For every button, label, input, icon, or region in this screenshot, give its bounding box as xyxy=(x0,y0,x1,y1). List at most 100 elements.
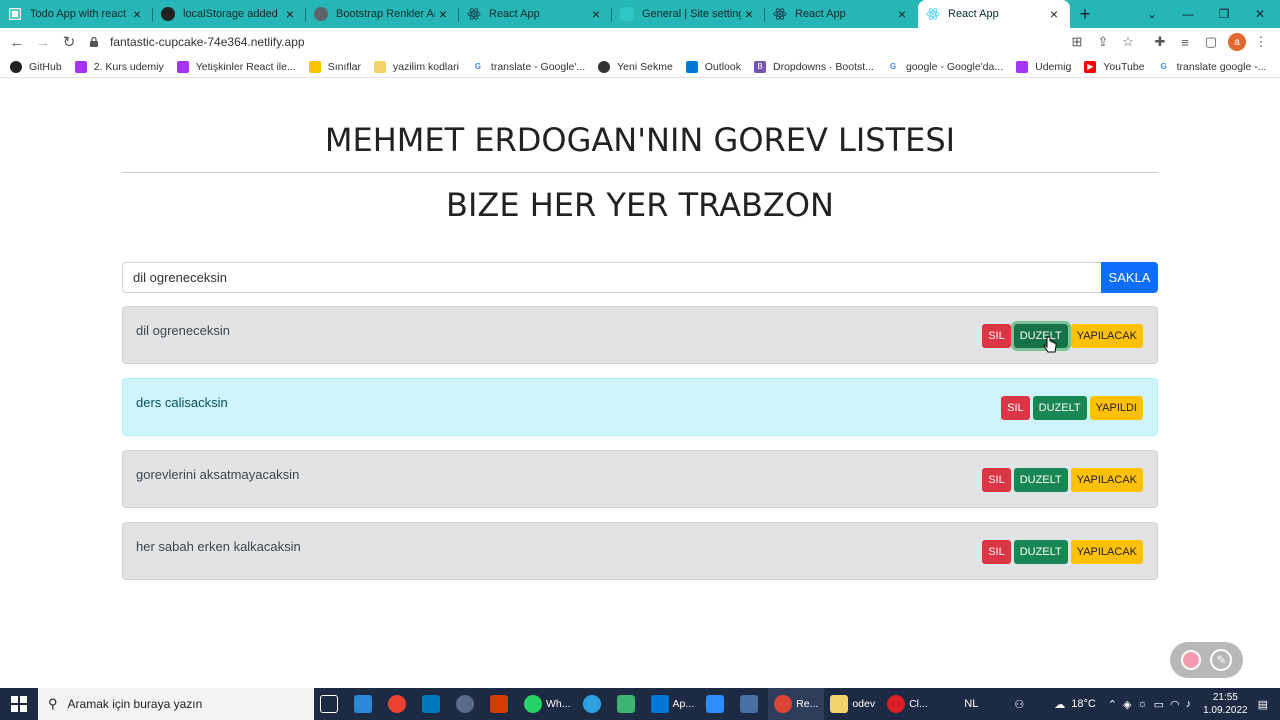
taskbar-search[interactable]: ⚲ Aramak için buraya yazın xyxy=(38,688,314,720)
weather-cloud-icon[interactable]: ☁ xyxy=(1054,698,1065,711)
bookmark-label: translate - Google'... xyxy=(490,60,586,73)
profile-avatar[interactable]: a xyxy=(1228,33,1246,51)
taskbar-app[interactable] xyxy=(416,688,450,720)
people-icon[interactable]: ⚇ xyxy=(1014,698,1024,711)
windows-taskbar: ⚲ Aramak için buraya yazın Wh... Ap... R… xyxy=(0,688,1280,720)
status-toggle-button[interactable]: YAPILACAK xyxy=(1070,540,1143,564)
forward-arrow-icon[interactable]: → xyxy=(30,29,56,55)
taskbar-app[interactable] xyxy=(484,688,518,720)
back-arrow-icon[interactable]: ← xyxy=(4,29,30,55)
bookmark-star-icon[interactable]: ☆ xyxy=(1119,33,1137,51)
taskbar-app[interactable]: odev xyxy=(824,688,881,720)
close-icon[interactable]: × xyxy=(435,6,451,22)
edit-button[interactable]: DUZELT xyxy=(1013,540,1068,564)
bookmark-label: Udemig xyxy=(1035,60,1072,73)
record-icon[interactable] xyxy=(1180,650,1201,670)
temperature[interactable]: 18°C xyxy=(1071,698,1096,710)
taskbar-app[interactable] xyxy=(450,688,484,720)
clock[interactable]: 21:55 1.09.2022 xyxy=(1203,691,1248,717)
pen-icon[interactable]: ✎ xyxy=(1210,649,1233,671)
side-panel-icon[interactable]: ▢ xyxy=(1202,33,1220,51)
taskbar-app[interactable]: Wh... xyxy=(518,688,577,720)
taskbar-app[interactable] xyxy=(348,688,382,720)
restore-icon[interactable]: ❐ xyxy=(1206,0,1242,28)
close-icon[interactable]: × xyxy=(129,6,145,22)
bookmark-label: Dropdowns · Bootst... xyxy=(772,60,874,73)
taskbar-app[interactable] xyxy=(700,688,734,720)
delete-button[interactable]: SIL xyxy=(982,540,1011,564)
bookmark-item[interactable]: Outlook xyxy=(685,60,741,73)
bookmark-item[interactable]: GitHub xyxy=(10,60,62,73)
close-icon[interactable]: × xyxy=(894,6,910,22)
bookmark-item[interactable]: 2. Kurs udemiy xyxy=(74,60,164,73)
taskbar-app-active[interactable]: Re... xyxy=(768,688,825,720)
creative-cloud-icon xyxy=(887,695,906,713)
taskbar-app[interactable] xyxy=(382,688,416,720)
taskbar-app[interactable]: Ap... xyxy=(645,688,701,720)
status-toggle-button[interactable]: YAPILACAK xyxy=(1070,324,1143,348)
volume-icon[interactable]: ♪ xyxy=(1186,698,1192,710)
bookmark-item[interactable]: Gtranslate google -... xyxy=(1157,60,1266,73)
delete-button[interactable]: SIL xyxy=(982,468,1011,492)
taskbar-app[interactable] xyxy=(314,688,348,720)
browser-tab[interactable]: Bootstrap Renkler Arka × xyxy=(306,0,459,28)
bookmark-item[interactable]: Yetişkinler React ile... xyxy=(176,60,296,73)
language-indicator[interactable]: NL xyxy=(964,698,978,710)
bookmark-item[interactable]: yazilim kodlari xyxy=(373,60,459,73)
browser-tab[interactable]: localStorage added · er × xyxy=(153,0,306,28)
bookmark-item[interactable]: ▶ YouTube xyxy=(1084,60,1145,73)
bookmark-item[interactable]: Yeni Sekme xyxy=(598,60,673,73)
save-button[interactable]: SAKLA xyxy=(1101,262,1158,293)
bookmark-label: Yetişkinler React ile... xyxy=(195,60,296,73)
window-close-icon[interactable]: ✕ xyxy=(1242,0,1278,28)
bookmark-item[interactable]: Sınıflar xyxy=(308,60,361,73)
media-icon[interactable]: ≡ xyxy=(1176,33,1194,51)
chevron-up-icon[interactable]: ⌃ xyxy=(1108,698,1117,711)
reload-icon[interactable]: ↻ xyxy=(56,29,82,55)
taskbar-app[interactable] xyxy=(734,688,768,720)
tray-icon[interactable]: ☼ xyxy=(1137,698,1147,710)
notification-icon[interactable]: ▤ xyxy=(1258,698,1268,711)
battery-icon[interactable]: ▭ xyxy=(1154,698,1164,711)
browser-tab[interactable]: Todo App with react - × xyxy=(0,0,153,28)
status-toggle-button[interactable]: YAPILDI xyxy=(1089,396,1143,420)
new-tab-button[interactable]: + xyxy=(1070,0,1100,28)
search-placeholder: Aramak için buraya yazın xyxy=(67,697,203,711)
menu-dots-icon[interactable]: ⋮ xyxy=(1252,33,1270,51)
close-icon[interactable]: × xyxy=(282,6,298,22)
translate-icon[interactable]: ⊞ xyxy=(1068,33,1086,51)
windows-start-icon[interactable] xyxy=(0,688,38,720)
browser-tab-active[interactable]: React App × xyxy=(918,0,1070,28)
share-icon[interactable]: ⇪ xyxy=(1094,33,1112,51)
edit-button[interactable]: DUZELT xyxy=(1032,396,1087,420)
bookmark-item[interactable]: Gtranslate - Google'... xyxy=(471,60,586,73)
close-icon[interactable]: × xyxy=(588,6,604,22)
extensions-icon[interactable]: ✚ xyxy=(1151,33,1169,51)
edit-button[interactable]: DUZELT xyxy=(1013,468,1068,492)
tray-icon[interactable]: ◈ xyxy=(1123,698,1131,711)
status-toggle-button[interactable]: YAPILACAK xyxy=(1070,468,1143,492)
bookmark-item[interactable]: Udemig xyxy=(1016,60,1072,73)
browser-tab[interactable]: React App × xyxy=(765,0,918,28)
browser-tab[interactable]: General | Site settings × xyxy=(612,0,765,28)
screen-recorder-widget[interactable]: ✎ xyxy=(1170,642,1243,678)
globe-icon xyxy=(598,60,611,73)
taskbar-app[interactable]: Cl... xyxy=(881,688,934,720)
address-bar[interactable]: fantastic-cupcake-74e364.netlify.app xyxy=(88,28,1140,56)
delete-button[interactable]: SIL xyxy=(982,324,1011,348)
task-input[interactable] xyxy=(122,262,1101,293)
delete-button[interactable]: SIL xyxy=(1001,396,1030,420)
classroom-icon xyxy=(308,60,321,73)
close-icon[interactable]: × xyxy=(741,6,757,22)
browser-tab[interactable]: React App × xyxy=(459,0,612,28)
minimize-icon[interactable]: — xyxy=(1170,0,1206,28)
wifi-icon[interactable]: ◠ xyxy=(1170,698,1180,711)
tab-search-icon[interactable]: ⌄ xyxy=(1134,0,1170,28)
taskbar-app[interactable] xyxy=(577,688,611,720)
bookmark-item[interactable]: Ggoogle - Google'da... xyxy=(886,60,1003,73)
close-icon[interactable]: × xyxy=(1046,6,1062,22)
bookmark-item[interactable]: B Dropdowns · Bootst... xyxy=(753,60,874,73)
taskbar-app[interactable] xyxy=(611,688,645,720)
tab-label: Bootstrap Renkler Arka xyxy=(336,8,435,20)
edit-button[interactable]: DUZELT xyxy=(1010,321,1071,351)
